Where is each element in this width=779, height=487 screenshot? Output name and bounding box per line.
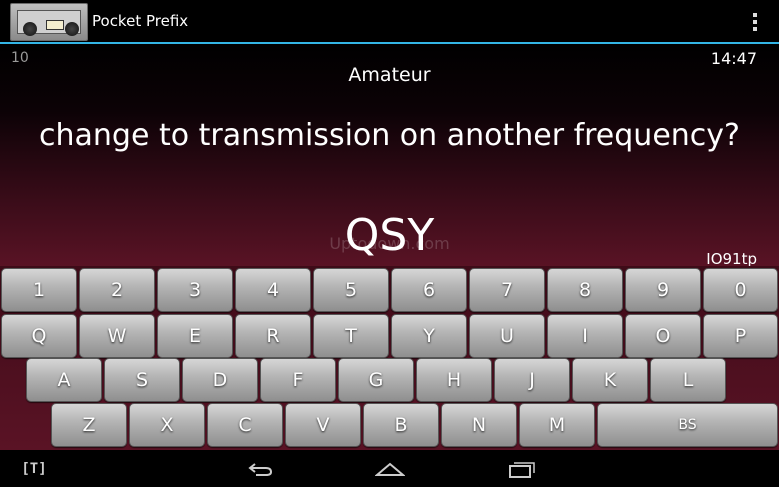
recent-apps-icon[interactable] [500, 450, 544, 487]
key-4[interactable]: 4 [235, 268, 311, 312]
key-1[interactable]: 1 [1, 268, 77, 312]
dial-icon [65, 22, 79, 36]
answer-text: QSY [344, 210, 435, 261]
key-t[interactable]: T [313, 314, 389, 358]
key-a[interactable]: A [26, 358, 102, 402]
back-icon[interactable] [238, 450, 282, 487]
category-title: Amateur [348, 64, 431, 86]
dial-icon [23, 22, 37, 36]
key-x[interactable]: X [129, 403, 205, 447]
home-icon[interactable] [368, 450, 412, 487]
navigation-bar: [T] [0, 450, 779, 487]
key-8[interactable]: 8 [547, 268, 623, 312]
t-button[interactable]: [T] [12, 450, 56, 487]
key-f[interactable]: F [260, 358, 336, 402]
quiz-area: 10 14:47 Amateur change to transmission … [0, 44, 779, 268]
key-p[interactable]: P [703, 314, 778, 358]
key-v[interactable]: V [285, 403, 361, 447]
key-n[interactable]: N [441, 403, 517, 447]
key-3[interactable]: 3 [157, 268, 233, 312]
key-5[interactable]: 5 [313, 268, 389, 312]
key-c[interactable]: C [207, 403, 283, 447]
key-z[interactable]: Z [51, 403, 127, 447]
key-6[interactable]: 6 [391, 268, 467, 312]
radio-panel [17, 10, 81, 36]
key-q[interactable]: Q [1, 314, 77, 358]
key-h[interactable]: H [416, 358, 492, 402]
key-7[interactable]: 7 [469, 268, 545, 312]
key-r[interactable]: R [235, 314, 311, 358]
key-j[interactable]: J [494, 358, 570, 402]
key-9[interactable]: 9 [625, 268, 701, 312]
app-logo-icon[interactable] [10, 3, 88, 41]
overflow-menu-icon[interactable] [751, 13, 759, 33]
key-u[interactable]: U [469, 314, 545, 358]
key-g[interactable]: G [338, 358, 414, 402]
key-2[interactable]: 2 [79, 268, 155, 312]
app-title: Pocket Prefix [92, 12, 189, 30]
key-y[interactable]: Y [391, 314, 467, 358]
meter-icon [46, 20, 64, 30]
key-w[interactable]: W [79, 314, 155, 358]
keyboard: 1 2 3 4 5 6 7 8 9 0 Q W E R T Y U I O P … [0, 266, 779, 450]
question-text: change to transmission on another freque… [39, 118, 740, 153]
key-o[interactable]: O [625, 314, 701, 358]
key-m[interactable]: M [519, 403, 595, 447]
key-l[interactable]: L [650, 358, 726, 402]
key-k[interactable]: K [572, 358, 648, 402]
key-i[interactable]: I [547, 314, 623, 358]
key-d[interactable]: D [182, 358, 258, 402]
key-s[interactable]: S [104, 358, 180, 402]
key-e[interactable]: E [157, 314, 233, 358]
backspace-key[interactable]: BS [597, 403, 778, 447]
action-bar: Pocket Prefix [0, 0, 779, 44]
key-0[interactable]: 0 [703, 268, 778, 312]
key-b[interactable]: B [363, 403, 439, 447]
